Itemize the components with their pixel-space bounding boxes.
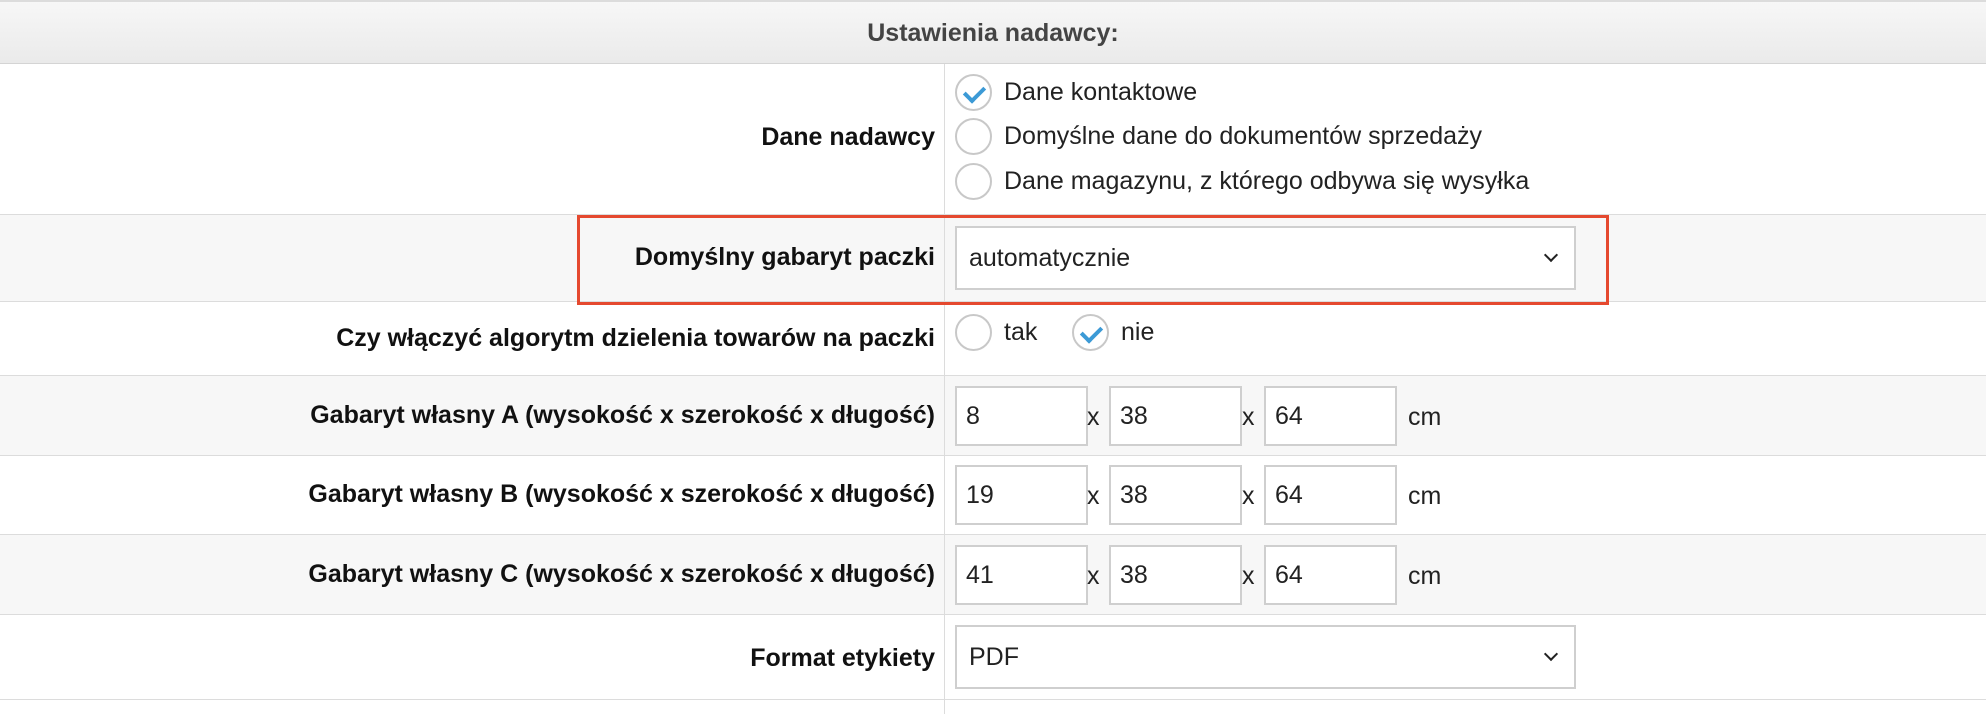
length-input[interactable]: 64 <box>1264 386 1397 446</box>
dimension-separator: x <box>1242 562 1255 590</box>
radio-warehouse-data[interactable]: Dane magazynu, z którego odbywa się wysy… <box>955 163 1529 200</box>
label-format-row: Format etykiety PDF <box>0 615 1986 700</box>
custom-size-a-label: Gabaryt własny A (wysokość x szerokość x… <box>310 401 935 429</box>
radio-label: nie <box>1121 318 1155 346</box>
default-size-row: Domyślny gabaryt paczki automatycznie <box>0 215 1986 302</box>
select-value: PDF <box>969 642 1019 671</box>
width-input[interactable]: 38 <box>1109 386 1242 446</box>
unit-label: cm <box>1408 482 1442 510</box>
width-input[interactable]: 38 <box>1109 545 1242 605</box>
radio-sales-docs-data[interactable]: Domyślne dane do dokumentów sprzedaży <box>955 118 1482 155</box>
radio-label: Domyślne dane do dokumentów sprzedaży <box>1004 122 1483 150</box>
unit-label: cm <box>1408 562 1442 590</box>
custom-size-b-label: Gabaryt własny B (wysokość x szerokość x… <box>308 480 935 508</box>
sender-data-row: Dane nadawcy Dane kontaktowe Domyślne da… <box>0 64 1986 215</box>
dimension-separator: x <box>1087 482 1100 510</box>
dimension-separator: x <box>1087 403 1100 431</box>
custom-size-c-row: Gabaryt własny C (wysokość x szerokość x… <box>0 535 1986 615</box>
radio-checked-icon[interactable] <box>955 74 992 111</box>
section-header: Ustawienia nadawcy: <box>0 0 1986 64</box>
sender-settings-panel: Ustawienia nadawcy: Dane nadawcy Dane ko… <box>0 0 1986 714</box>
dimension-separator: x <box>1242 403 1255 431</box>
label-format-label: Format etykiety <box>750 644 935 672</box>
sender-data-label: Dane nadawcy <box>761 123 935 151</box>
radio-label: tak <box>1004 318 1038 346</box>
length-input[interactable]: 64 <box>1264 465 1397 525</box>
radio-yes[interactable]: tak <box>955 314 1037 351</box>
column-divider <box>944 64 945 714</box>
length-input[interactable]: 64 <box>1264 545 1397 605</box>
default-size-label: Domyślny gabaryt paczki <box>634 243 935 271</box>
select-value: automatycznie <box>969 243 1131 272</box>
radio-contact-data[interactable]: Dane kontaktowe <box>955 74 1197 111</box>
width-input[interactable]: 38 <box>1109 465 1242 525</box>
label-format-select[interactable]: PDF <box>955 625 1576 689</box>
radio-checked-icon[interactable] <box>1072 314 1109 351</box>
chevron-down-icon <box>1543 247 1559 263</box>
dimension-separator: x <box>1087 562 1100 590</box>
height-input[interactable]: 19 <box>955 465 1088 525</box>
chevron-down-icon <box>1543 646 1559 662</box>
split-algorithm-row: Czy włączyć algorytm dzielenia towarów n… <box>0 302 1986 376</box>
default-size-select[interactable]: automatycznie <box>955 226 1576 290</box>
radio-unchecked-icon[interactable] <box>955 314 992 351</box>
radio-label: Dane magazynu, z którego odbywa się wysy… <box>1004 167 1530 195</box>
split-algorithm-label: Czy włączyć algorytm dzielenia towarów n… <box>336 324 935 352</box>
height-input[interactable]: 41 <box>955 545 1088 605</box>
dimension-separator: x <box>1242 482 1255 510</box>
unit-label: cm <box>1408 403 1442 431</box>
height-input[interactable]: 8 <box>955 386 1088 446</box>
radio-label: Dane kontaktowe <box>1004 78 1198 106</box>
custom-size-c-label: Gabaryt własny C (wysokość x szerokość x… <box>308 560 935 588</box>
radio-unchecked-icon[interactable] <box>955 118 992 155</box>
custom-size-b-row: Gabaryt własny B (wysokość x szerokość x… <box>0 456 1986 535</box>
radio-unchecked-icon[interactable] <box>955 163 992 200</box>
custom-size-a-row: Gabaryt własny A (wysokość x szerokość x… <box>0 376 1986 456</box>
radio-no[interactable]: nie <box>1072 314 1154 351</box>
